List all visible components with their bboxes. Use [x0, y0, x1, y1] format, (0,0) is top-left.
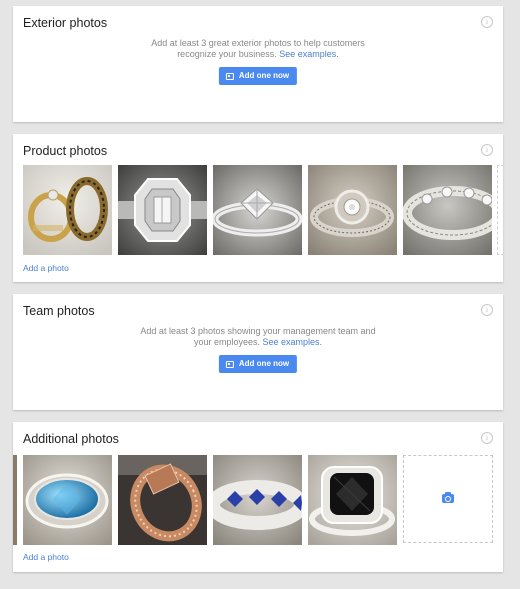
info-icon[interactable]: i: [481, 144, 493, 156]
team-photos-title: Team photos: [23, 304, 95, 318]
photo-icon: [225, 361, 234, 368]
team-hint-line1: Add at least 3 photos showing your manag…: [140, 326, 376, 336]
product-photo-1[interactable]: [23, 165, 112, 255]
upload-slot-edge: [497, 165, 503, 255]
team-photos-card: Team photos i Add at least 3 photos show…: [13, 294, 503, 410]
exterior-hint-line2: recognize your business.: [177, 49, 277, 59]
add-one-now-button[interactable]: Add one now: [218, 355, 298, 373]
product-photo-5[interactable]: [403, 165, 492, 255]
product-photos-card: Product photos i Add a photo: [13, 134, 503, 282]
product-photo-strip: [13, 165, 503, 255]
team-photos-hint: Add at least 3 photos showing your manag…: [13, 326, 503, 348]
info-icon[interactable]: i: [481, 16, 493, 28]
photo-icon: [225, 73, 234, 80]
exterior-hint-line1: Add at least 3 great exterior photos to …: [151, 38, 365, 48]
info-icon[interactable]: i: [481, 304, 493, 316]
camera-icon: [442, 492, 454, 503]
product-photo-2[interactable]: [118, 165, 207, 255]
additional-photos-title: Additional photos: [23, 432, 119, 446]
additional-photo-strip: [13, 455, 503, 545]
add-one-now-label: Add one now: [238, 359, 290, 368]
team-hint-line2: your employees.: [193, 337, 260, 347]
see-examples-link[interactable]: See examples.: [263, 337, 323, 347]
additional-photo-0[interactable]: [13, 455, 17, 545]
add-one-now-label: Add one now: [238, 71, 290, 80]
additional-photo-4[interactable]: [308, 455, 397, 545]
additional-photo-2[interactable]: [118, 455, 207, 545]
info-icon[interactable]: i: [481, 432, 493, 444]
product-photo-4[interactable]: [308, 165, 397, 255]
additional-photo-3[interactable]: [213, 455, 302, 545]
additional-photo-1[interactable]: [23, 455, 112, 545]
product-photos-title: Product photos: [23, 144, 108, 158]
exterior-photos-title: Exterior photos: [23, 16, 108, 30]
see-examples-link[interactable]: See examples.: [279, 49, 339, 59]
exterior-photos-card: Exterior photos i Add at least 3 great e…: [13, 6, 503, 122]
upload-photo-tile[interactable]: [403, 455, 493, 543]
additional-photos-card: Additional photos i Add a photo: [13, 422, 503, 572]
add-one-now-button[interactable]: Add one now: [218, 67, 298, 85]
add-a-photo-link[interactable]: Add a photo: [23, 263, 69, 273]
exterior-photos-hint: Add at least 3 great exterior photos to …: [13, 38, 503, 60]
add-a-photo-link[interactable]: Add a photo: [23, 552, 69, 562]
product-photo-3[interactable]: [213, 165, 302, 255]
